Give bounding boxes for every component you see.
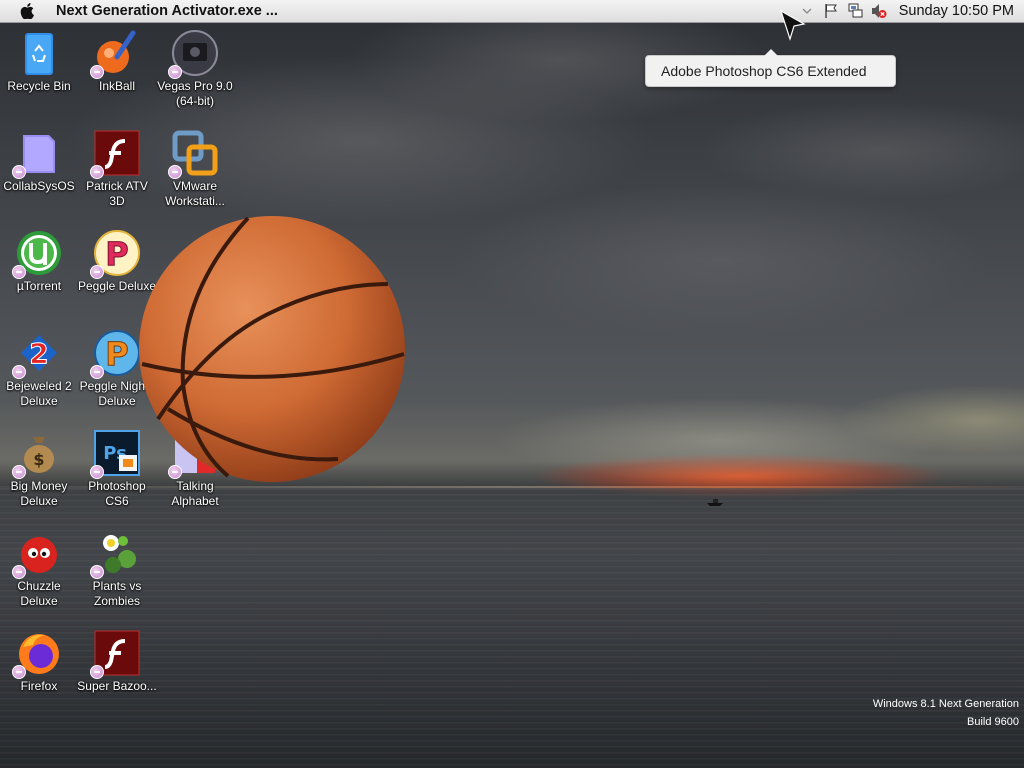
flag-icon[interactable] xyxy=(823,3,839,19)
tray-tooltip: Adobe Photoshop CS6 Extended xyxy=(645,49,896,87)
utorrent-icon xyxy=(12,229,63,279)
desktop-icon-vmware[interactable]: VMware Workstati... xyxy=(155,129,235,209)
watermark-build: Build 9600 xyxy=(967,716,1019,728)
flash-icon xyxy=(90,129,141,179)
peggle-icon: P xyxy=(90,229,141,279)
flash-icon xyxy=(90,629,141,679)
desktop-icon-recycle-bin[interactable]: Recycle Bin xyxy=(0,29,79,94)
svg-text:P: P xyxy=(105,235,128,273)
desktop-icon-plants-vs-zombies[interactable]: Plants vs Zombies xyxy=(77,529,157,609)
mouse-cursor-icon xyxy=(780,10,806,41)
shortcut-badge xyxy=(12,465,26,479)
chuzzle-icon xyxy=(12,529,63,579)
desktop-icon-vegas-pro[interactable]: Vegas Pro 9.0 (64-bit) xyxy=(155,29,235,109)
clock[interactable]: Sunday 10:50 PM xyxy=(899,3,1014,19)
speaker-muted-icon[interactable] xyxy=(871,3,887,19)
system-tray: Sunday 10:50 PM xyxy=(799,0,1024,22)
shortcut-badge xyxy=(12,165,26,179)
plants-vs-zombies-icon xyxy=(90,529,141,579)
inkball-icon xyxy=(90,29,141,79)
icon-label: Plants vs Zombies xyxy=(92,579,142,608)
icon-label: Patrick ATV 3D xyxy=(86,179,148,208)
icon-label: InkBall xyxy=(98,79,136,93)
desktop-icon-super-bazoo[interactable]: Super Bazoo... xyxy=(77,629,157,694)
shortcut-badge xyxy=(90,465,104,479)
firefox-icon xyxy=(12,629,63,679)
vegas-pro-icon xyxy=(168,29,219,79)
icon-label: Super Bazoo... xyxy=(77,679,157,693)
boat-silhouette xyxy=(707,499,723,506)
shortcut-badge xyxy=(90,365,104,379)
desktop-icon-big-money[interactable]: $ Big Money Deluxe xyxy=(0,429,79,509)
shortcut-badge xyxy=(90,165,104,179)
icon-label: µTorrent xyxy=(16,279,62,293)
vmware-icon xyxy=(168,129,219,179)
photoshop-icon: Ps xyxy=(90,429,141,479)
icon-label: Bejeweled 2 Deluxe xyxy=(6,379,72,408)
desktop-icon-chuzzle[interactable]: Chuzzle Deluxe xyxy=(0,529,79,609)
money-bag-icon: $ xyxy=(12,429,63,479)
recycle-bin-icon xyxy=(15,29,63,77)
shortcut-badge xyxy=(90,565,104,579)
svg-text:$: $ xyxy=(33,450,44,469)
icon-label: Vegas Pro 9.0 (64-bit) xyxy=(157,79,233,108)
folder-icon xyxy=(12,129,63,179)
shortcut-badge xyxy=(12,665,26,679)
basketball-image xyxy=(139,216,405,482)
apple-icon[interactable] xyxy=(20,3,34,19)
bejeweled-icon: 2 xyxy=(12,329,63,379)
shortcut-badge xyxy=(168,65,182,79)
icon-label: Recycle Bin xyxy=(7,79,71,93)
shortcut-badge xyxy=(90,665,104,679)
network-icon[interactable] xyxy=(847,3,863,19)
desktop-icon-bejeweled-2[interactable]: 2 Bejeweled 2 Deluxe xyxy=(0,329,79,409)
windows-build-watermark: Windows 8.1 Next Generation Build 9600 xyxy=(873,695,1019,731)
svg-text:P: P xyxy=(105,335,128,373)
shortcut-badge xyxy=(12,265,26,279)
icon-label: Firefox xyxy=(20,679,58,693)
active-app-title[interactable]: Next Generation Activator.exe ... xyxy=(56,3,278,19)
watermark-edition: Windows 8.1 Next Generation xyxy=(872,698,1019,710)
shortcut-badge xyxy=(168,165,182,179)
desktop-icon-utorrent[interactable]: µTorrent xyxy=(0,229,79,294)
svg-text:2: 2 xyxy=(29,337,48,370)
shortcut-badge xyxy=(90,265,104,279)
desktop-icon-firefox[interactable]: Firefox xyxy=(0,629,79,694)
menu-bar: Next Generation Activator.exe ... Sunday… xyxy=(0,0,1024,23)
icon-label: Chuzzle Deluxe xyxy=(17,579,61,608)
icon-label: CollabSysOS xyxy=(3,179,75,193)
tooltip-text: Adobe Photoshop CS6 Extended xyxy=(661,63,867,79)
shortcut-badge xyxy=(12,365,26,379)
shortcut-badge xyxy=(12,565,26,579)
icon-label: Big Money Deluxe xyxy=(10,479,68,508)
desktop-icon-inkball[interactable]: InkBall xyxy=(77,29,157,94)
desktop-icon-collabsysos[interactable]: CollabSysOS xyxy=(0,129,79,194)
peggle-nights-icon: P xyxy=(90,329,141,379)
icon-label: VMware Workstati... xyxy=(165,179,225,208)
shortcut-badge xyxy=(90,65,104,79)
desktop-icon-patrick-atv-3d[interactable]: Patrick ATV 3D xyxy=(77,129,157,209)
